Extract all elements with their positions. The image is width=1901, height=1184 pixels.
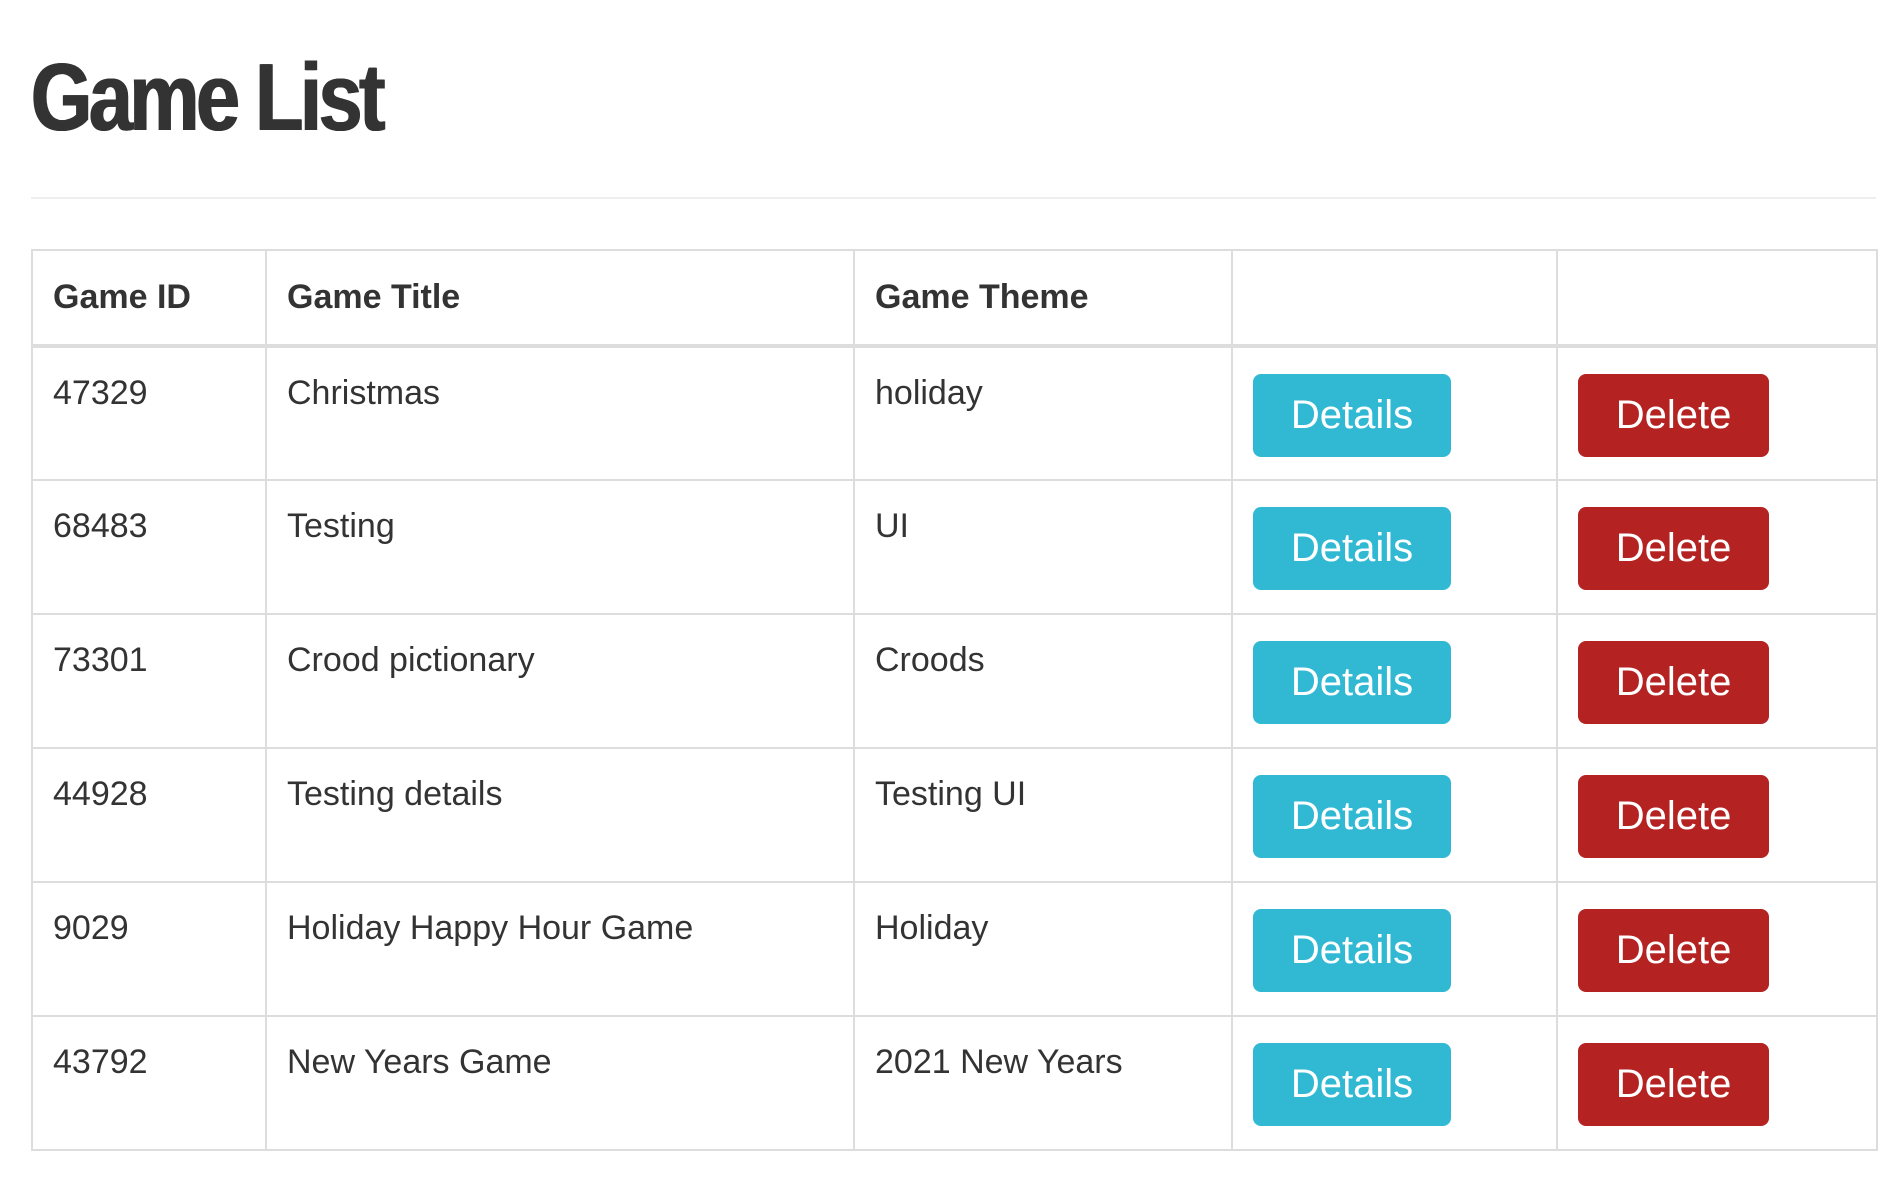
table-row: 68483 Testing UI Details Delete [31, 479, 1878, 615]
cell-game-theme: Croods [853, 613, 1233, 749]
cell-details: Details [1231, 613, 1558, 749]
cell-game-title: Testing details [265, 747, 855, 883]
table-row: 73301 Crood pictionary Croods Details De… [31, 613, 1878, 749]
header-details-column [1231, 249, 1558, 348]
delete-button[interactable]: Delete [1578, 641, 1769, 724]
cell-game-theme: Holiday [853, 881, 1233, 1017]
cell-game-id: 44928 [31, 747, 267, 883]
delete-button[interactable]: Delete [1578, 374, 1769, 457]
details-button[interactable]: Details [1253, 374, 1451, 457]
cell-game-theme: 2021 New Years [853, 1015, 1233, 1151]
cell-delete: Delete [1556, 345, 1878, 481]
cell-game-id: 68483 [31, 479, 267, 615]
cell-game-title: Holiday Happy Hour Game [265, 881, 855, 1017]
cell-delete: Delete [1556, 479, 1878, 615]
title-divider [31, 197, 1876, 199]
header-delete-column [1556, 249, 1878, 348]
header-row: Game ID Game Title Game Theme [31, 249, 1878, 348]
details-button[interactable]: Details [1253, 909, 1451, 992]
cell-game-title: Crood pictionary [265, 613, 855, 749]
cell-details: Details [1231, 881, 1558, 1017]
game-table-header: Game ID Game Title Game Theme [31, 249, 1878, 348]
delete-button[interactable]: Delete [1578, 507, 1769, 590]
details-button[interactable]: Details [1253, 507, 1451, 590]
header-game-theme: Game Theme [853, 249, 1233, 348]
header-game-title: Game Title [265, 249, 855, 348]
cell-game-theme: Testing UI [853, 747, 1233, 883]
cell-details: Details [1231, 345, 1558, 481]
page-title: Game List [31, 44, 385, 151]
cell-delete: Delete [1556, 747, 1878, 883]
details-button[interactable]: Details [1253, 775, 1451, 858]
delete-button[interactable]: Delete [1578, 775, 1769, 858]
cell-game-id: 9029 [31, 881, 267, 1017]
cell-game-title: New Years Game [265, 1015, 855, 1151]
header-game-id: Game ID [31, 249, 267, 348]
game-table-body: 47329 Christmas holiday Details Delete 6… [31, 345, 1878, 1151]
delete-button[interactable]: Delete [1578, 1043, 1769, 1126]
cell-game-id: 43792 [31, 1015, 267, 1151]
table-row: 47329 Christmas holiday Details Delete [31, 345, 1878, 481]
cell-game-theme: UI [853, 479, 1233, 615]
page: Game List Game ID Game Title Game Theme … [0, 0, 1901, 1184]
details-button[interactable]: Details [1253, 1043, 1451, 1126]
cell-delete: Delete [1556, 881, 1878, 1017]
cell-game-id: 73301 [31, 613, 267, 749]
cell-game-id: 47329 [31, 345, 267, 481]
cell-details: Details [1231, 1015, 1558, 1151]
cell-delete: Delete [1556, 1015, 1878, 1151]
table-row: 9029 Holiday Happy Hour Game Holiday Det… [31, 881, 1878, 1017]
cell-delete: Delete [1556, 613, 1878, 749]
cell-game-title: Testing [265, 479, 855, 615]
cell-details: Details [1231, 747, 1558, 883]
details-button[interactable]: Details [1253, 641, 1451, 724]
table-row: 44928 Testing details Testing UI Details… [31, 747, 1878, 883]
game-table: Game ID Game Title Game Theme 47329 Chri… [31, 249, 1878, 1151]
cell-game-theme: holiday [853, 345, 1233, 481]
cell-details: Details [1231, 479, 1558, 615]
cell-game-title: Christmas [265, 345, 855, 481]
table-row: 43792 New Years Game 2021 New Years Deta… [31, 1015, 1878, 1151]
delete-button[interactable]: Delete [1578, 909, 1769, 992]
